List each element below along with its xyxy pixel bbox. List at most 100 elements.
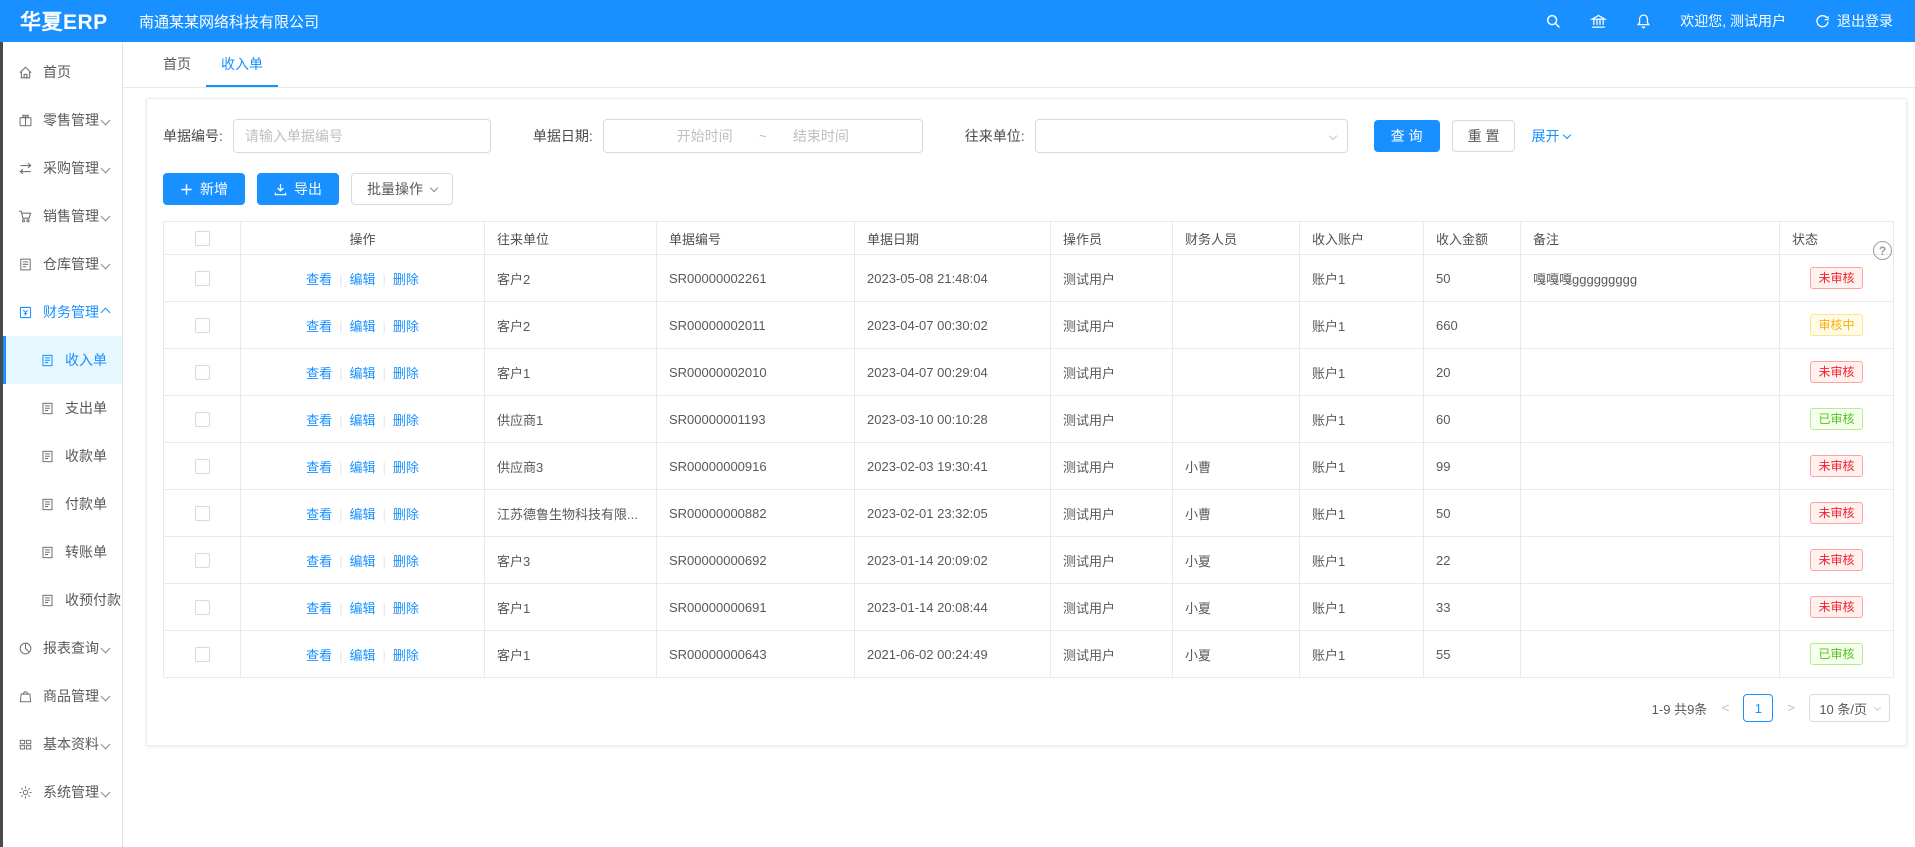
sidebar-item-receipt[interactable]: 收款单 xyxy=(3,432,122,480)
action-delete-link[interactable]: 删除 xyxy=(393,507,419,522)
row-checkbox[interactable] xyxy=(195,647,210,662)
action-edit-link[interactable]: 编辑 xyxy=(349,272,375,287)
action-view-link[interactable]: 查看 xyxy=(306,460,332,475)
sidebar-item-label: 收入单 xyxy=(65,350,107,370)
action-edit-link[interactable]: 编辑 xyxy=(349,507,375,522)
action-view-link[interactable]: 查看 xyxy=(306,554,332,569)
next-page-button[interactable]: > xyxy=(1783,701,1799,716)
home-icon xyxy=(18,65,33,80)
row-checkbox[interactable] xyxy=(195,365,210,380)
action-view-link[interactable]: 查看 xyxy=(306,413,332,428)
bill-number-input[interactable] xyxy=(233,119,491,153)
row-checkbox[interactable] xyxy=(195,600,210,615)
date-end-placeholder: 结束时间 xyxy=(793,126,849,146)
select-all-checkbox[interactable] xyxy=(195,231,210,246)
page-number-button[interactable]: 1 xyxy=(1743,694,1773,722)
add-button[interactable]: 新增 xyxy=(163,173,245,205)
pagination: 1-9 共9条 < 1 > 10 条/页 xyxy=(163,694,1890,722)
row-checkbox[interactable] xyxy=(195,553,210,568)
logout-button[interactable]: 退出登录 xyxy=(1814,11,1893,31)
cell-amount: 99 xyxy=(1424,443,1521,490)
prev-page-button[interactable]: < xyxy=(1717,701,1733,716)
action-view-link[interactable]: 查看 xyxy=(306,648,332,663)
batch-actions-button[interactable]: 批量操作 xyxy=(351,173,453,205)
status-badge: 未审核 xyxy=(1810,549,1862,572)
chevron-down-icon xyxy=(101,211,111,221)
cell-operator: 测试用户 xyxy=(1051,255,1173,302)
action-edit-link[interactable]: 编辑 xyxy=(349,648,375,663)
row-checkbox[interactable] xyxy=(195,412,210,427)
divider: | xyxy=(383,319,386,334)
divider: | xyxy=(383,272,386,287)
row-checkbox[interactable] xyxy=(195,271,210,286)
tab-income-receipt[interactable]: 收入单 xyxy=(206,42,278,87)
sidebar-item-label: 系统管理 xyxy=(43,782,99,802)
action-view-link[interactable]: 查看 xyxy=(306,601,332,616)
cell-counterparty: 客户2 xyxy=(485,302,657,349)
table-row: 查看|编辑|删除客户1SR000000006912023-01-14 20:08… xyxy=(164,584,1894,631)
action-edit-link[interactable]: 编辑 xyxy=(349,366,375,381)
row-checkbox[interactable] xyxy=(195,459,210,474)
action-edit-link[interactable]: 编辑 xyxy=(349,460,375,475)
row-checkbox[interactable] xyxy=(195,318,210,333)
export-button[interactable]: 导出 xyxy=(257,173,339,205)
action-edit-link[interactable]: 编辑 xyxy=(349,554,375,569)
search-button[interactable]: 查 询 xyxy=(1374,120,1440,152)
page-content: 单据编号: 单据日期: 开始时间 ~ 结束时间 往来单位: xyxy=(123,88,1915,847)
purchase-icon xyxy=(18,161,33,176)
sidebar-item-retail[interactable]: 零售管理 xyxy=(3,96,122,144)
action-view-link[interactable]: 查看 xyxy=(306,507,332,522)
action-view-link[interactable]: 查看 xyxy=(306,272,332,287)
sidebar-item-finance[interactable]: 财务管理 xyxy=(3,288,122,336)
action-edit-link[interactable]: 编辑 xyxy=(349,413,375,428)
action-view-link[interactable]: 查看 xyxy=(306,366,332,381)
sidebar-item-goods[interactable]: 商品管理 xyxy=(3,672,122,720)
cell-counterparty: 供应商3 xyxy=(485,443,657,490)
tab-home[interactable]: 首页 xyxy=(148,42,206,87)
action-delete-link[interactable]: 删除 xyxy=(393,554,419,569)
sidebar-item-home[interactable]: 首页 xyxy=(3,48,122,96)
sidebar-item-label: 基本资料 xyxy=(43,734,99,754)
action-delete-link[interactable]: 删除 xyxy=(393,460,419,475)
table-header-row: 操作往来单位单据编号单据日期操作员财务人员收入账户收入金额备注状态 xyxy=(164,222,1894,255)
expand-link[interactable]: 展开 xyxy=(1531,126,1570,146)
counterparty-select[interactable] xyxy=(1035,119,1348,153)
sidebar-item-basic[interactable]: 基本资料 xyxy=(3,720,122,768)
action-view-link[interactable]: 查看 xyxy=(306,319,332,334)
logout-icon xyxy=(1814,13,1831,30)
column-header: 操作员 xyxy=(1051,222,1173,255)
status-badge: 未审核 xyxy=(1810,267,1862,290)
date-range-picker[interactable]: 开始时间 ~ 结束时间 xyxy=(603,119,923,153)
basic-icon xyxy=(18,737,33,752)
sidebar-item-advance[interactable]: 收预付款 xyxy=(3,576,122,624)
action-delete-link[interactable]: 删除 xyxy=(393,319,419,334)
bell-icon[interactable] xyxy=(1635,13,1652,30)
bank-icon[interactable] xyxy=(1590,13,1607,30)
row-checkbox[interactable] xyxy=(195,506,210,521)
action-delete-link[interactable]: 删除 xyxy=(393,601,419,616)
sidebar-item-expense[interactable]: 支出单 xyxy=(3,384,122,432)
cell-finance-staff: 小夏 xyxy=(1173,584,1300,631)
sidebar-item-system[interactable]: 系统管理 xyxy=(3,768,122,816)
sidebar-item-purchase[interactable]: 采购管理 xyxy=(3,144,122,192)
help-icon[interactable]: ? xyxy=(1873,241,1892,260)
sidebar-item-sales[interactable]: 销售管理 xyxy=(3,192,122,240)
sidebar-item-payment[interactable]: 付款单 xyxy=(3,480,122,528)
sidebar-item-report[interactable]: 报表查询 xyxy=(3,624,122,672)
action-delete-link[interactable]: 删除 xyxy=(393,272,419,287)
sidebar-item-income[interactable]: 收入单 xyxy=(3,336,122,384)
action-delete-link[interactable]: 删除 xyxy=(393,648,419,663)
action-delete-link[interactable]: 删除 xyxy=(393,413,419,428)
action-edit-link[interactable]: 编辑 xyxy=(349,601,375,616)
cell-bill-number: SR00000000692 xyxy=(657,537,855,584)
page-size-select[interactable]: 10 条/页 xyxy=(1809,694,1890,722)
cell-bill-date: 2023-02-01 23:32:05 xyxy=(855,490,1051,537)
action-edit-link[interactable]: 编辑 xyxy=(349,319,375,334)
column-header: 单据日期 xyxy=(855,222,1051,255)
search-icon[interactable] xyxy=(1545,13,1562,30)
sidebar-item-warehouse[interactable]: 仓库管理 xyxy=(3,240,122,288)
cell-operator: 测试用户 xyxy=(1051,302,1173,349)
action-delete-link[interactable]: 删除 xyxy=(393,366,419,381)
reset-button[interactable]: 重 置 xyxy=(1452,120,1516,152)
sidebar-item-transfer[interactable]: 转账单 xyxy=(3,528,122,576)
